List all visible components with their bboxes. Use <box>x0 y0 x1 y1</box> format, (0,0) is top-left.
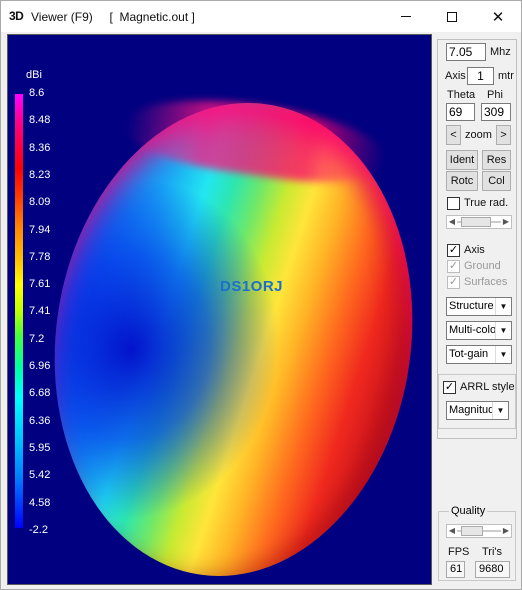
scale-label: 5.95 <box>29 441 51 454</box>
tris-label: Tri's <box>482 546 503 558</box>
true-rad-checkbox[interactable] <box>447 197 460 210</box>
scale-label: 7.41 <box>29 305 51 318</box>
scale-label: 7.61 <box>29 278 51 291</box>
scale-label: 8.6 <box>29 87 45 99</box>
zoom-out-button[interactable]: < <box>446 125 461 145</box>
arrl-style-checkbox[interactable]: ✓ <box>443 381 456 394</box>
close-button[interactable]: ✕ <box>475 1 521 32</box>
phi-label: Phi <box>487 89 503 101</box>
fps-label: FPS <box>448 546 470 558</box>
maximize-icon <box>447 11 457 22</box>
scale-label: 6.68 <box>29 387 51 400</box>
slider-left-icon: ◀ <box>448 526 456 535</box>
chevron-down-icon: ▼ <box>495 322 511 339</box>
maximize-button[interactable] <box>429 1 475 32</box>
col-button[interactable]: Col <box>482 171 511 191</box>
scale-label: -2.2 <box>29 523 48 536</box>
axis-length-label: Axis <box>445 70 466 82</box>
structure-select-value: Structure <box>449 300 494 312</box>
zoom-in-button[interactable]: > <box>496 125 511 145</box>
scale-label: 8.36 <box>29 141 51 154</box>
zoom-label: zoom <box>465 129 492 141</box>
minimize-icon <box>401 16 411 17</box>
axis-checkbox-label: Axis <box>464 244 485 256</box>
fps-value: 61 <box>446 561 465 578</box>
frequency-unit: Mhz <box>490 46 511 58</box>
scale-label: 7.94 <box>29 223 51 236</box>
magnitude-select-value: Magnitud <box>449 404 495 416</box>
scale-label: 8.09 <box>29 196 51 209</box>
frequency-field[interactable]: 7.05 <box>446 43 486 61</box>
color-scale-bar <box>15 94 23 528</box>
gain-select[interactable]: Tot-gain ▼ <box>446 345 512 364</box>
chevron-down-icon: ▼ <box>495 298 511 315</box>
scale-label: 6.36 <box>29 414 51 427</box>
scale-label: 8.23 <box>29 168 51 181</box>
chevron-down-icon: ▼ <box>492 402 508 419</box>
gain-select-value: Tot-gain <box>449 348 489 360</box>
true-rad-label: True rad. <box>464 197 509 209</box>
true-rad-slider[interactable]: ◀ ▶ <box>446 215 512 229</box>
scale-label: 5.42 <box>29 469 51 482</box>
callsign-label: DS1ORJ <box>220 278 284 295</box>
quality-slider-thumb[interactable] <box>461 526 483 536</box>
close-icon: ✕ <box>491 8 505 26</box>
ground-checkbox[interactable]: ✓ <box>447 260 460 273</box>
quality-label: Quality <box>449 505 488 517</box>
axis-length-unit: mtr <box>498 70 514 82</box>
res-button[interactable]: Res <box>482 150 511 170</box>
surfaces-checkbox[interactable]: ✓ <box>447 276 460 289</box>
slider-right-icon: ▶ <box>502 217 510 226</box>
app-3d-icon: 3D <box>9 9 24 23</box>
viewer-window: 3D Viewer (F9) [ Magnetic.out ] ✕ dBi 8.… <box>0 0 522 590</box>
scale-label: 8.48 <box>29 114 51 127</box>
window-title: Viewer (F9) [ Magnetic.out ] <box>31 10 195 24</box>
structure-select[interactable]: Structure ▼ <box>446 297 512 316</box>
theta-field[interactable]: 69 <box>446 103 475 121</box>
axis-length-field[interactable]: 1 <box>467 67 494 85</box>
slider-left-icon: ◀ <box>448 217 456 226</box>
arrl-style-label: ARRL style <box>460 381 515 393</box>
title-bar[interactable]: 3D Viewer (F9) [ Magnetic.out ] ✕ <box>1 1 521 32</box>
phi-field[interactable]: 309 <box>481 103 511 121</box>
theta-label: Theta <box>447 89 476 101</box>
scale-unit-label: dBi <box>26 69 42 81</box>
scale-label: 7.78 <box>29 250 51 263</box>
tris-value: 9680 <box>475 561 510 578</box>
axis-checkbox[interactable]: ✓ <box>447 244 460 257</box>
slider-right-icon: ▶ <box>502 526 510 535</box>
ground-checkbox-label: Ground <box>464 260 501 272</box>
surfaces-checkbox-label: Surfaces <box>464 276 508 288</box>
magnitude-select[interactable]: Magnitud ▼ <box>446 401 509 420</box>
3d-viewport[interactable]: dBi 8.6 8.48 8.36 8.23 8.09 7.94 7.78 7.61 7.41 7… <box>7 34 432 585</box>
chevron-down-icon: ▼ <box>495 346 511 363</box>
slider-thumb[interactable] <box>461 217 491 227</box>
minimize-button[interactable] <box>383 1 429 32</box>
color-mode-select-value: Multi-colo <box>449 324 497 336</box>
scale-label: 4.58 <box>29 496 51 509</box>
color-mode-select[interactable]: Multi-colo ▼ <box>446 321 512 340</box>
quality-slider[interactable]: ◀ ▶ <box>446 524 512 538</box>
rotc-button[interactable]: Rotc <box>446 171 478 191</box>
ident-button[interactable]: Ident <box>446 150 478 170</box>
